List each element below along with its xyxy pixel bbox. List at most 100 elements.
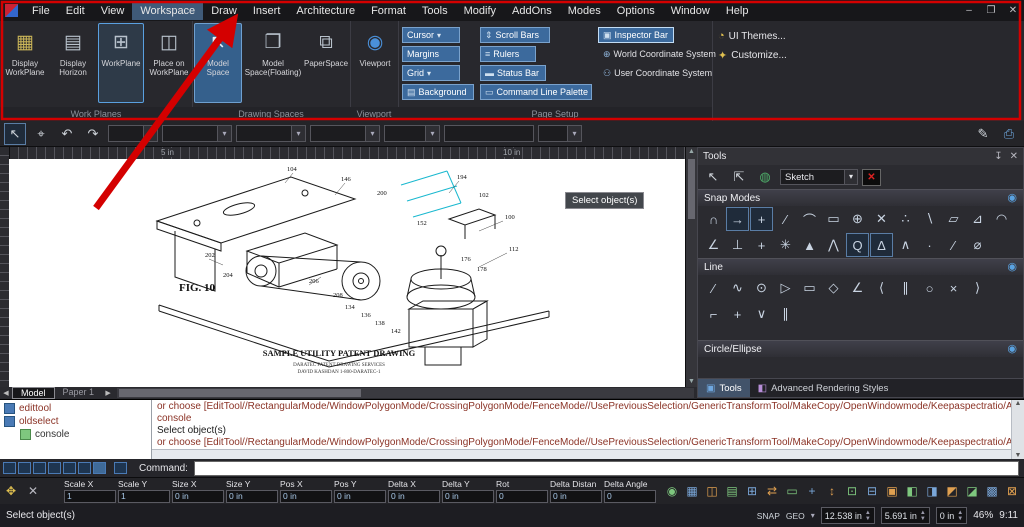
menu-architecture[interactable]: Architecture — [288, 2, 363, 20]
menu-addons[interactable]: AddOns — [504, 2, 560, 20]
menu-options[interactable]: Options — [609, 2, 663, 20]
property-combo-6[interactable]: ▾ — [538, 125, 582, 142]
delta-distance-input[interactable]: 0 in — [550, 490, 602, 503]
customize-button[interactable]: ✦ Customize... — [718, 49, 787, 62]
property-combo-4[interactable]: ▾ — [310, 125, 380, 142]
scroll-up-icon[interactable]: ▲ — [686, 147, 697, 157]
size-x-input[interactable]: 0 in — [172, 490, 224, 503]
inspector-tool-icon[interactable]: ▤ — [722, 481, 742, 501]
snap-mode-icon[interactable]: ∕ — [774, 207, 797, 231]
ribbon-button-model-space[interactable]: ↖ Model Space — [194, 23, 242, 103]
spinner-icon[interactable]: ▲ ▼ — [920, 510, 926, 522]
node-select-icon[interactable]: ⇱ — [728, 166, 750, 188]
tree-item-oldselect[interactable]: oldselect — [0, 415, 151, 428]
pen-style-icon[interactable]: ✎ — [972, 123, 994, 145]
line-tool-icon[interactable]: ▷ — [774, 276, 797, 300]
snap-mode-icon[interactable]: ∧ — [894, 233, 917, 257]
snap-mode-icon[interactable]: ∖ — [918, 207, 941, 231]
inspector-tool-icon[interactable]: ⇄ — [762, 481, 782, 501]
snap-mode-icon[interactable]: ◠ — [990, 207, 1013, 231]
inspector-tool-icon[interactable]: ▩ — [982, 481, 1002, 501]
line-tool-icon[interactable]: + — [726, 302, 749, 326]
line-tool-icon[interactable]: ○ — [918, 276, 941, 300]
section-header-circle-ellipse[interactable]: Circle/Ellipse ◉ — [698, 340, 1023, 357]
close-icon[interactable]: ✕ — [1010, 151, 1018, 162]
snap-mode-icon[interactable]: ∆ — [870, 233, 893, 257]
line-tool-icon[interactable]: ∨ — [750, 302, 773, 326]
toggle-scroll-bars[interactable]: ⇕ Scroll Bars — [480, 27, 550, 43]
snap-mode-icon[interactable]: Q — [846, 233, 869, 257]
palette-tab[interactable] — [48, 462, 61, 474]
render-style-icon[interactable]: ✕ — [862, 168, 881, 186]
menu-insert[interactable]: Insert — [245, 2, 289, 20]
section-collapse-icon[interactable]: ◉ — [1007, 192, 1017, 204]
menu-edit[interactable]: Edit — [58, 2, 93, 20]
tree-item-console[interactable]: console — [0, 428, 151, 441]
ribbon-button-workplane[interactable]: ⊞ WorkPlane — [98, 23, 144, 103]
scrollbar-thumb[interactable] — [119, 389, 362, 397]
inspector-tool-icon[interactable]: ◩ — [942, 481, 962, 501]
line-tool-icon[interactable]: ▭ — [798, 276, 821, 300]
transform-icon[interactable]: ✥ — [6, 484, 16, 498]
line-tool-icon[interactable]: ⌐ — [702, 302, 725, 326]
coordinate-z-field[interactable]: 0 in ▲ ▼ — [935, 507, 968, 524]
console-horizontal-scrollbar[interactable] — [152, 449, 1011, 459]
inspector-tool-icon[interactable]: ◪ — [962, 481, 982, 501]
ribbon-button-model-space-floating[interactable]: ❐ Model Space(Floating) — [244, 23, 302, 103]
section-collapse-icon[interactable]: ◉ — [1007, 343, 1017, 355]
snap-mode-icon[interactable]: ⌀ — [966, 233, 989, 257]
menu-modify[interactable]: Modify — [456, 2, 504, 20]
snap-mode-icon[interactable]: ⊿ — [966, 207, 989, 231]
palette-tab[interactable] — [33, 462, 46, 474]
scroll-down-icon[interactable]: ▼ — [686, 377, 697, 387]
property-combo-1[interactable]: ▾ — [108, 125, 158, 142]
console-vertical-scrollbar[interactable]: ▲ ▼ — [1011, 400, 1024, 459]
toggle-inspector-bar[interactable]: ▣ Inspector Bar — [598, 27, 674, 43]
snap-mode-icon[interactable]: ∕ — [942, 233, 965, 257]
tab-scroll-right-icon[interactable]: ▶ — [102, 389, 114, 397]
menu-workspace[interactable]: Workspace — [132, 1, 204, 20]
pin-icon[interactable]: ↧ — [994, 151, 1002, 162]
inspector-tool-icon[interactable]: ⊡ — [842, 481, 862, 501]
rot-input[interactable]: 0 — [496, 490, 548, 503]
zoom-level[interactable]: 46% — [973, 510, 993, 521]
snap-mode-icon[interactable]: ∠ — [702, 233, 725, 257]
section-header-line[interactable]: Line ◉ — [698, 258, 1023, 275]
snap-mode-icon[interactable]: · — [918, 233, 941, 257]
print-preview-icon[interactable]: ⎙ — [998, 123, 1020, 145]
tab-tools[interactable]: ▣ Tools — [698, 379, 750, 397]
property-input[interactable] — [444, 125, 534, 142]
snap-mode-icon[interactable]: ⊥ — [726, 233, 749, 257]
inspector-tool-icon[interactable]: ▦ — [682, 481, 702, 501]
scale-x-input[interactable]: 1 — [64, 490, 116, 503]
scroll-up-icon[interactable]: ▲ — [1012, 400, 1024, 407]
size-y-input[interactable]: 0 in — [226, 490, 278, 503]
clear-icon[interactable]: ✕ — [28, 484, 38, 498]
inspector-tool-icon[interactable]: ⊟ — [862, 481, 882, 501]
ribbon-button-viewport[interactable]: ◉ Viewport — [352, 23, 398, 103]
menu-draw[interactable]: Draw — [203, 2, 245, 20]
section-collapse-icon[interactable]: ◉ — [1007, 261, 1017, 273]
tab-advanced-rendering-styles[interactable]: ◧ Advanced Rendering Styles — [750, 379, 897, 397]
style-combo[interactable]: Sketch ▾ — [780, 169, 858, 185]
menu-modes[interactable]: Modes — [560, 2, 609, 20]
property-combo-5[interactable]: ▾ — [384, 125, 440, 142]
inspector-tool-icon[interactable]: ◧ — [902, 481, 922, 501]
line-tool-icon[interactable]: ∠ — [846, 276, 869, 300]
tab-scroll-left-icon[interactable]: ◀ — [0, 389, 12, 397]
tab-model[interactable]: Model — [12, 387, 55, 399]
palette-tab[interactable] — [3, 462, 16, 474]
menu-help[interactable]: Help — [718, 2, 757, 20]
snap-mode-icon[interactable]: ▭ — [822, 207, 845, 231]
property-combo-2[interactable]: ▾ — [162, 125, 232, 142]
toggle-command-line-palette[interactable]: ▭ Command Line Palette — [480, 84, 592, 100]
snap-mode-icon[interactable]: ⊕ — [846, 207, 869, 231]
menu-tools[interactable]: Tools — [414, 2, 456, 20]
inspector-tool-icon[interactable]: ↕ — [822, 481, 842, 501]
ribbon-button-display-horizon[interactable]: ▤ Display Horizon — [50, 23, 96, 103]
coordinate-y-field[interactable]: 5.691 in ▲ ▼ — [880, 507, 930, 524]
palette-tab[interactable] — [63, 462, 76, 474]
property-combo-3[interactable]: ▾ — [236, 125, 306, 142]
palette-tab[interactable] — [78, 462, 91, 474]
tree-item-edittool[interactable]: edittool — [0, 402, 151, 415]
